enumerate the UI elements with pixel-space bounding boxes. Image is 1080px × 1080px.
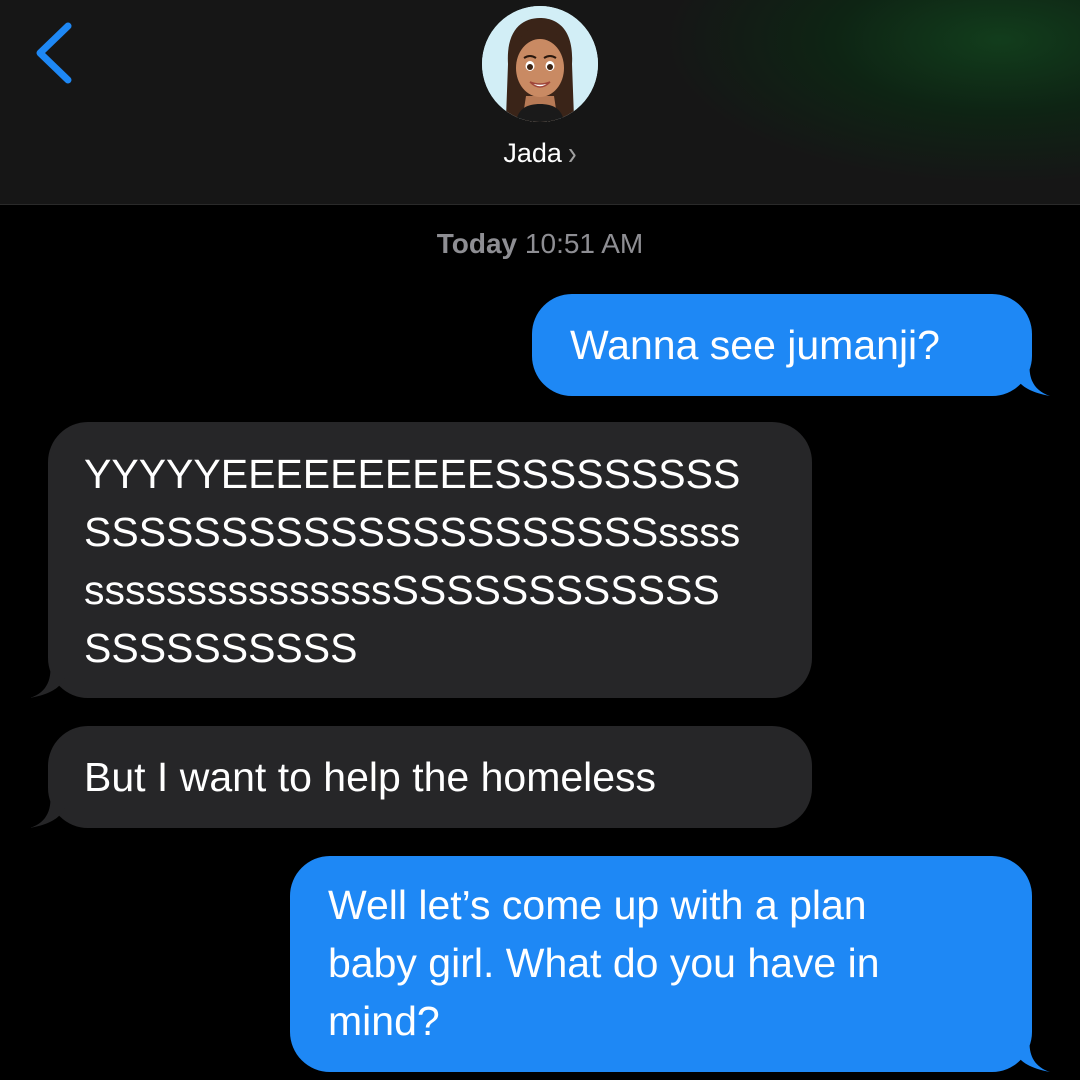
contact-name: Jada — [503, 138, 562, 168]
back-button[interactable] — [28, 18, 88, 88]
bubble-tail-icon — [1010, 360, 1050, 396]
bubble-tail-icon — [1010, 1036, 1050, 1072]
message-text-line: sssssssssssssssSSSSSSSSSSSS — [84, 567, 720, 613]
message-text-line: SSSSSSSSSSSSSSSSSSSSSssss — [84, 509, 741, 555]
message-text-line: Well let’s come up with a plan — [328, 882, 867, 928]
received-message-bubble[interactable]: YYYYYEEEEEEEEEESSSSSSSSS SSSSSSSSSSSSSSS… — [30, 422, 812, 698]
sent-message-bubble[interactable]: Wanna see jumanji? — [532, 294, 1050, 396]
messages-screen: Jada › Today 10:51 AM Wanna see jumanji? … — [0, 0, 1080, 1080]
bubble-tail-icon — [30, 792, 70, 828]
message-text-line: SSSSSSSSSS — [84, 625, 358, 671]
avatar[interactable] — [482, 6, 598, 122]
bubble-tail-icon — [30, 662, 70, 698]
contact-name-button[interactable]: Jada › — [0, 133, 1080, 172]
chevron-right-icon: › — [567, 133, 577, 173]
memoji-avatar-icon — [482, 6, 598, 122]
message-text-line: baby girl. What do you have in — [328, 940, 880, 986]
received-message-bubble[interactable]: But I want to help the homeless — [30, 726, 812, 828]
conversation-timestamp: Today 10:51 AM — [0, 228, 1080, 260]
message-text-line: mind? — [328, 998, 440, 1044]
message-text: But I want to help the homeless — [84, 754, 657, 800]
timestamp-day: Today — [436, 228, 518, 259]
conversation-header: Jada › — [0, 0, 1080, 205]
sent-message-bubble[interactable]: Well let’s come up with a plan baby girl… — [290, 856, 1050, 1072]
message-text: Wanna see jumanji? — [570, 322, 940, 368]
timestamp-time: 10:51 AM — [524, 228, 644, 259]
message-text-line: YYYYYEEEEEEEEEESSSSSSSSS — [84, 451, 741, 497]
chevron-left-icon — [36, 22, 72, 84]
